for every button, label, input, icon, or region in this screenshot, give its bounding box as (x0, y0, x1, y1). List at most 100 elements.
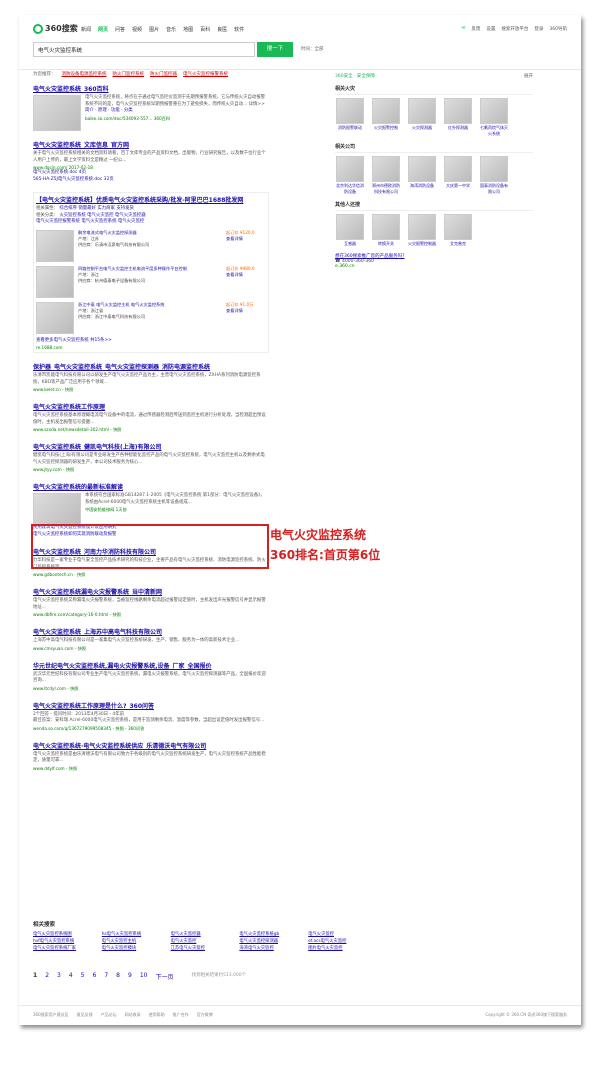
logo[interactable]: 360搜索 (33, 23, 78, 34)
sidebar-entity[interactable]: 艾克普克 (443, 214, 473, 247)
related-link[interactable]: 电气火灾监控模块 (102, 945, 167, 951)
result-title[interactable]: 电气火灾监控系统漏电火灾报警系统_当中清新网 (33, 587, 269, 596)
related-link[interactable]: 电气火灾监控探测器 (239, 938, 304, 944)
sidebar-entity[interactable]: 北京利达华信消防设备 (335, 156, 365, 195)
page-link[interactable]: 2 (45, 972, 49, 981)
more-products-link[interactable]: 查看更多电气火灾监控系统 共15条>> (36, 338, 266, 345)
result-title[interactable]: 电气火灾监控系统_健凯电气科技(上海)有限公司 (33, 442, 269, 451)
footer-link[interactable]: 官方微博 (197, 1012, 213, 1019)
result-title[interactable]: 电气火灾监控系统_360百科 (33, 84, 269, 93)
product-image[interactable] (36, 301, 74, 334)
related-link[interactable]: 电气火灾监控 (171, 938, 236, 944)
product-detail-link[interactable]: 查看详情 (226, 272, 266, 278)
suggest-item[interactable]: 消防设备电源监控系统 (62, 71, 107, 77)
filter-option[interactable]: 电气火灾监控报警系统 (36, 219, 80, 224)
filter-option[interactable]: 电气火灾监控 (87, 213, 113, 218)
doc-file-link[interactable]: 565-HA-Z5J电气火灾监控系统.doc 32页 (33, 177, 269, 184)
page-link[interactable]: 6 (93, 972, 97, 981)
product-detail-link[interactable]: 查看详情 (226, 308, 266, 314)
link-settings[interactable]: 设置 (486, 26, 495, 32)
page-link[interactable]: 10 (140, 972, 148, 981)
filter-option[interactable]: 电气火灾监控器 (115, 213, 146, 218)
sidebar-entity[interactable]: 郑州市德欧消防科技有限公司 (371, 156, 401, 195)
page-link[interactable]: 7 (104, 972, 108, 981)
result-title[interactable]: 电气火灾监控系统工作原理是什么?_360问答 (33, 701, 269, 710)
page-link[interactable]: 9 (128, 972, 132, 981)
product-detail-link[interactable]: 查看详情 (226, 236, 266, 242)
product-image[interactable] (36, 229, 74, 262)
sidebar-entity[interactable]: 火灾报警控制 (371, 98, 401, 137)
page-link[interactable]: 4 (69, 972, 73, 981)
suggest-item[interactable]: 防火门监控系统 (113, 71, 145, 77)
search-button[interactable]: 搜一下 (257, 42, 293, 57)
result-title[interactable]: 华元世纪电气火灾监控系统,漏电火灾报警系统,设备_厂家_全国报价 (33, 661, 269, 670)
related-link[interactable]: 电气火灾监控系统gb (239, 931, 304, 937)
footer-link[interactable]: 360搜索用户建议区 (33, 1012, 69, 1019)
result-title[interactable]: 电气火灾监控系统·电气火灾监控系统供应_乐清德沃电气有限公司 (33, 741, 269, 750)
related-link[interactable]: 海湾电气火灾监控 (239, 945, 304, 951)
result-title[interactable]: 电气火灾监控系统的最新标准解读 (33, 482, 269, 491)
result-title[interactable]: 电气火灾监控系统_上海苏中高电气科技有限公司 (33, 627, 269, 636)
nav-baike[interactable]: 百科 (200, 26, 210, 33)
nav-qa[interactable]: 问答 (115, 26, 125, 33)
filter-option[interactable]: 火灾监控系统 (59, 213, 85, 218)
filter-option[interactable]: 电气火灾监控 (118, 219, 144, 224)
ad-url[interactable]: e.360.cn (335, 264, 533, 269)
filter-option[interactable]: 实力商家 (97, 206, 115, 211)
nav-news[interactable]: 新闻 (81, 26, 91, 33)
related-link[interactable]: hs电气火灾监控系统 (102, 931, 167, 937)
sidebar-entity[interactable]: 红外探测器 (443, 98, 473, 137)
result-thumbnail[interactable] (33, 95, 81, 131)
sidebar-entity[interactable]: 大庆第一中学 (443, 156, 473, 195)
sidebar-entity[interactable]: 消防报警联动 (335, 98, 365, 137)
footer-link[interactable]: 产品论坛 (101, 1012, 117, 1019)
result-title[interactable]: 【电气火灾监控系统】优质电气火灾监控系统采购/批发-阿里巴巴1688批发网 (36, 195, 266, 204)
sidebar-entity[interactable]: 国泰消防设备有限公司 (479, 156, 509, 195)
nav-software[interactable]: 软件 (234, 26, 244, 33)
link-login[interactable]: 登录 (534, 26, 543, 32)
filter-option[interactable]: 电气火灾监控系统 (81, 219, 116, 224)
footer-link[interactable]: 意见反馈 (77, 1012, 93, 1019)
footer-link[interactable]: 网站收录 (125, 1012, 141, 1019)
page-link[interactable]: 8 (116, 972, 120, 981)
related-link[interactable]: 电气火灾监控器 (171, 931, 236, 937)
related-link[interactable]: 电气火灾监控系统厂家 (33, 945, 98, 951)
filter-option[interactable]: 综合排序 (59, 206, 77, 211)
link-open-platform[interactable]: 搜索开放平台 (501, 26, 528, 32)
related-link[interactable]: ef.acs电气火灾监控 (308, 938, 373, 944)
result-title[interactable]: 电气火灾监控系统工作原理 (33, 402, 269, 411)
link-360nav[interactable]: 360导航 (549, 26, 567, 32)
filter-option[interactable]: 支持发货 (116, 206, 134, 211)
footer-link[interactable]: 使用帮助 (149, 1012, 165, 1019)
nav-image[interactable]: 图片 (149, 26, 159, 33)
time-filter[interactable]: 时间：全部 (301, 46, 324, 52)
suggest-item[interactable]: 电气火灾监控报警系统 (183, 71, 228, 77)
next-page-button[interactable]: 下一页 (155, 972, 173, 981)
filter-option[interactable]: 销量最好 (78, 206, 96, 211)
result-title[interactable]: 电气火灾监控系统_文库信息_官方网 (33, 140, 269, 149)
related-link[interactable]: hvf电气火灾监控系统 (33, 938, 98, 944)
nav-video[interactable]: 视频 (132, 26, 142, 33)
page-link[interactable]: 3 (57, 972, 61, 981)
related-link[interactable]: 电气火灾监控主机 (102, 938, 167, 944)
result-title[interactable]: 保护器_电气火灾监控系统_电气火灾监控探测器_消防电源监控系统 (33, 362, 269, 371)
search-input[interactable]: 电气火灾监控系统 (33, 42, 255, 57)
sidebar-entity[interactable]: 转换开关 (371, 214, 401, 247)
product-image[interactable] (36, 265, 74, 298)
related-link[interactable]: 江苏电气火灾监控 (171, 945, 236, 951)
sidebar-entity[interactable]: 七氟丙烷气体灭火系统 (479, 98, 509, 137)
footer-link[interactable]: 推广合作 (173, 1012, 189, 1019)
nav-music[interactable]: 音乐 (166, 26, 176, 33)
sidebar-entity[interactable]: 海湾消防设备 (407, 156, 437, 195)
related-link[interactable]: 电气火灾监控系统图 (33, 931, 98, 937)
related-link[interactable]: 图片电气火灾监控 (308, 945, 373, 951)
related-link[interactable]: 电气火灾监控 (308, 931, 373, 937)
page-link[interactable]: 5 (81, 972, 85, 981)
result-thumbnail[interactable] (33, 493, 81, 525)
expand-toggle[interactable]: 展开 (524, 73, 533, 79)
nav-map[interactable]: 地图 (183, 26, 193, 33)
nav-doctor[interactable]: 良医 (217, 26, 227, 33)
result-sublinks[interactable]: 简介 · 原理 · 功能 · 分类 (85, 108, 269, 115)
sidebar-entity[interactable]: 火灾探测器 (407, 98, 437, 137)
mail-icon[interactable]: ✉ (462, 26, 466, 32)
